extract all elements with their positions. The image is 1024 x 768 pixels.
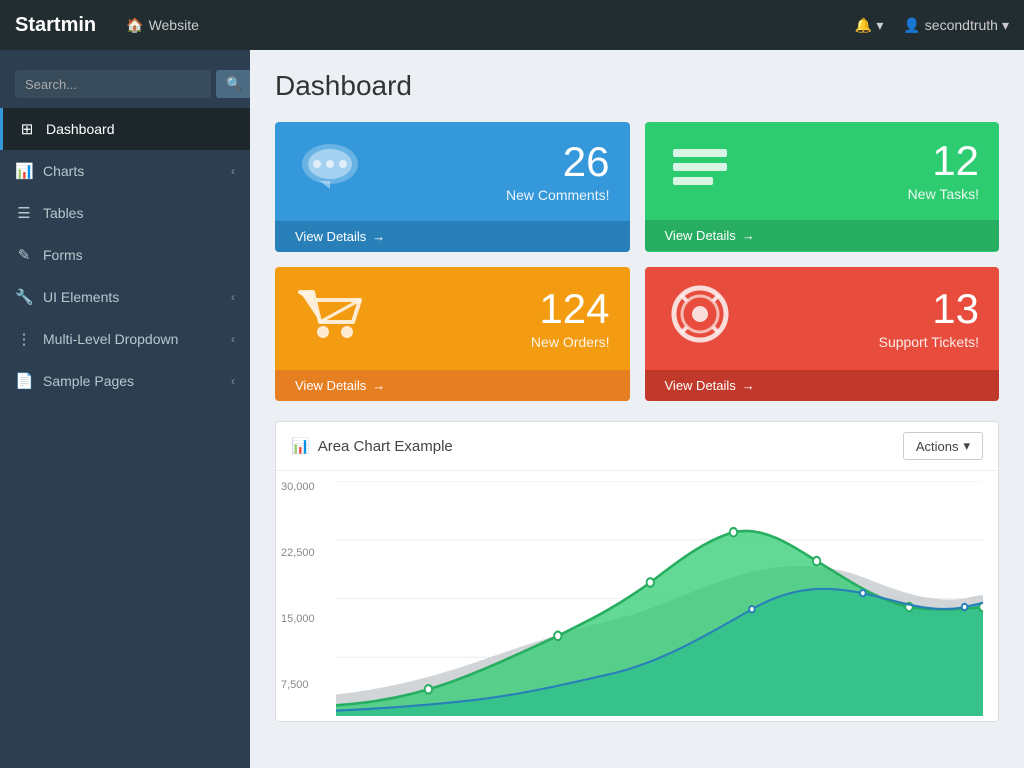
notification-bell[interactable]: 🔔 ▾ xyxy=(855,17,883,34)
y-label-15000: 15,000 xyxy=(281,613,315,625)
orders-view-details[interactable]: View Details → xyxy=(275,370,630,401)
user-icon: 👤 xyxy=(903,17,920,34)
comments-view-details[interactable]: View Details → xyxy=(275,221,630,252)
sidebar-item-forms[interactable]: ✎ Forms xyxy=(0,234,250,276)
brand-logo[interactable]: Startmin xyxy=(15,14,96,37)
home-icon: 🏠 xyxy=(126,17,143,34)
stat-card-orders: 124 New Orders! View Details → xyxy=(275,267,630,401)
multi-level-arrow: ‹ xyxy=(231,332,235,346)
search-button[interactable]: 🔍 xyxy=(216,70,250,98)
y-label-7500: 7,500 xyxy=(281,679,315,691)
topnav-right: 🔔 ▾ 👤 secondtruth ▾ xyxy=(855,17,1009,34)
sidebar-item-sample-pages[interactable]: 📄 Sample Pages ‹ xyxy=(0,360,250,402)
username-label: secondtruth xyxy=(925,17,998,33)
ui-elements-arrow: ‹ xyxy=(231,290,235,304)
stat-card-tickets: 13 Support Tickets! View Details → xyxy=(645,267,1000,401)
orders-count: 124 xyxy=(531,288,610,330)
chart-title: 📊 Area Chart Example xyxy=(291,437,453,455)
ui-elements-icon: 🔧 xyxy=(15,288,33,306)
chart-section: 📊 Area Chart Example Actions ▾ 30,000 22… xyxy=(275,421,999,722)
chart-header: 📊 Area Chart Example Actions ▾ xyxy=(276,422,998,471)
tasks-icon xyxy=(665,137,735,205)
charts-icon: 📊 xyxy=(15,162,33,180)
comments-arrow-icon: → xyxy=(372,229,385,244)
sidebar-item-tables[interactable]: ☰ Tables xyxy=(0,192,250,234)
stat-card-tasks: 12 New Tasks! View Details → xyxy=(645,122,1000,252)
area-chart-svg xyxy=(336,481,983,716)
stats-grid: 26 New Comments! View Details → xyxy=(275,122,999,401)
comments-count: 26 xyxy=(506,141,609,183)
tasks-label: New Tasks! xyxy=(908,186,979,202)
actions-dropdown-arrow: ▾ xyxy=(963,438,970,454)
tasks-count: 12 xyxy=(908,140,979,182)
sidebar-item-ui-elements[interactable]: 🔧 UI Elements ‹ xyxy=(0,276,250,318)
orders-icon xyxy=(295,282,365,355)
chart-icon: 📊 xyxy=(291,437,310,455)
sidebar-label-tables: Tables xyxy=(43,205,83,221)
sidebar-label-multi-level: Multi-Level Dropdown xyxy=(43,331,178,347)
y-axis-labels: 30,000 22,500 15,000 7,500 xyxy=(281,481,315,691)
bell-dropdown-arrow: ▾ xyxy=(876,17,883,34)
sidebar-label-charts: Charts xyxy=(43,163,84,179)
page-title: Dashboard xyxy=(275,70,999,102)
user-dropdown-arrow: ▾ xyxy=(1002,17,1009,34)
tickets-arrow-icon: → xyxy=(742,378,755,393)
tickets-view-details[interactable]: View Details → xyxy=(645,370,1000,401)
tickets-count: 13 xyxy=(879,288,979,330)
multi-level-icon: ⋮ xyxy=(15,330,33,348)
sidebar-item-charts[interactable]: 📊 Charts ‹ xyxy=(0,150,250,192)
topnav: Startmin 🏠 Website 🔔 ▾ 👤 secondtruth ▾ xyxy=(0,0,1024,50)
sample-pages-icon: 📄 xyxy=(15,372,33,390)
orders-label: New Orders! xyxy=(531,334,610,350)
orders-arrow-icon: → xyxy=(372,378,385,393)
forms-icon: ✎ xyxy=(15,246,33,264)
stat-card-comments: 26 New Comments! View Details → xyxy=(275,122,630,252)
tables-icon: ☰ xyxy=(15,204,33,222)
layout: 🔍 ⊞ Dashboard 📊 Charts ‹ ☰ Tables ✎ Fo xyxy=(0,50,1024,768)
sample-pages-arrow: ‹ xyxy=(231,374,235,388)
website-link[interactable]: 🏠 Website xyxy=(126,17,199,34)
sidebar-label-sample-pages: Sample Pages xyxy=(43,373,134,389)
sidebar-label-ui-elements: UI Elements xyxy=(43,289,119,305)
sidebar-label-forms: Forms xyxy=(43,247,83,263)
main-content: Dashboard xyxy=(250,50,1024,768)
sidebar-label-dashboard: Dashboard xyxy=(46,121,115,137)
tickets-label: Support Tickets! xyxy=(879,334,979,350)
comments-label: New Comments! xyxy=(506,187,609,203)
bell-icon: 🔔 xyxy=(855,17,872,34)
search-box: 🔍 xyxy=(0,60,250,108)
sidebar-item-dashboard[interactable]: ⊞ Dashboard xyxy=(0,108,250,150)
charts-arrow: ‹ xyxy=(231,164,235,178)
sidebar-item-multi-level-dropdown[interactable]: ⋮ Multi-Level Dropdown ‹ xyxy=(0,318,250,360)
sidebar: 🔍 ⊞ Dashboard 📊 Charts ‹ ☰ Tables ✎ Fo xyxy=(0,50,250,768)
comments-icon xyxy=(295,137,365,206)
search-input[interactable] xyxy=(15,70,211,98)
tasks-view-details[interactable]: View Details → xyxy=(645,220,1000,251)
user-menu[interactable]: 👤 secondtruth ▾ xyxy=(903,17,1009,34)
dashboard-icon: ⊞ xyxy=(18,120,36,138)
actions-button[interactable]: Actions ▾ xyxy=(903,432,983,460)
tickets-icon xyxy=(665,282,735,355)
y-label-30000: 30,000 xyxy=(281,481,315,493)
y-label-22500: 22,500 xyxy=(281,547,315,559)
chart-body: 30,000 22,500 15,000 7,500 xyxy=(276,471,998,721)
tasks-arrow-icon: → xyxy=(742,228,755,243)
